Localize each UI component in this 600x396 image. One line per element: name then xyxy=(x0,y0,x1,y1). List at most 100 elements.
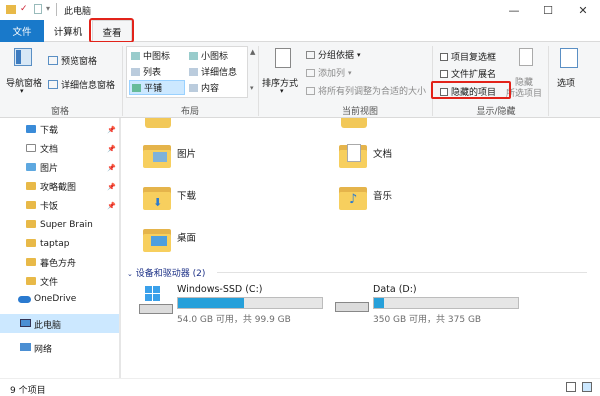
hide-selected-button[interactable]: 隐藏 所选项目 xyxy=(506,46,548,99)
ribbon-divider xyxy=(258,46,259,116)
highlight-box-view-tab xyxy=(89,18,134,43)
medium-icons-label: 中图标 xyxy=(143,52,171,62)
music-folder-icon: ♪ xyxy=(339,184,367,210)
nav-pane-button[interactable]: 导航窗格 ▾ xyxy=(4,46,42,100)
folder-icon[interactable] xyxy=(145,118,171,128)
nav-item[interactable]: taptap xyxy=(0,234,120,253)
options-button[interactable]: 选项 xyxy=(552,46,586,98)
folder-label: 图片 xyxy=(177,149,197,160)
details-pane-icon xyxy=(48,80,58,89)
close-button[interactable]: ✕ xyxy=(566,0,600,20)
ribbon-divider xyxy=(548,46,549,116)
item-count: 9 个项目 xyxy=(10,386,46,396)
group-by-button[interactable]: 分组依据 ▾ xyxy=(306,48,361,61)
layout-tiles[interactable]: 平铺 xyxy=(129,80,185,95)
tab-file[interactable]: 文件 xyxy=(0,20,44,42)
folder-label: 桌面 xyxy=(177,233,197,244)
folder-icon xyxy=(26,163,36,171)
layout-content[interactable]: 内容 xyxy=(189,81,219,94)
nav-item-label: 网络 xyxy=(34,345,53,355)
item-checkboxes-checkbox[interactable] xyxy=(440,52,448,61)
item-checkboxes-toggle[interactable]: 项目复选框 xyxy=(440,50,496,63)
layout-list[interactable]: 列表 xyxy=(131,65,161,78)
group-by-label: 分组依据 xyxy=(318,51,355,61)
pin-icon: 📌 xyxy=(107,125,116,134)
drive-tile[interactable]: Windows-SSD (C:) 54.0 GB 可用，共 99.9 GB xyxy=(137,284,327,325)
gallery-expand-icon[interactable]: ▾ xyxy=(250,84,254,92)
details-pane-button[interactable]: 详细信息窗格 xyxy=(48,78,115,91)
nav-item-network[interactable]: 网络 xyxy=(0,338,120,357)
nav-item-label: 下载 xyxy=(40,126,59,136)
nav-item-this-pc[interactable]: 此电脑 xyxy=(0,314,120,333)
options-label: 选项 xyxy=(557,79,576,89)
nav-item[interactable]: 文件 xyxy=(0,272,120,291)
folder-label: 下载 xyxy=(177,191,197,202)
chevron-down-icon: ▾ xyxy=(280,87,284,95)
folder-icon[interactable] xyxy=(341,118,367,128)
pin-icon: 📌 xyxy=(107,144,116,153)
navigation-pane: 下载 📌 文档 📌 图片 📌 攻略截图 📌 卡饭 📌 Super Brain taptap 暮色方舟 文件… xyxy=(0,118,120,378)
tab-computer[interactable]: 计算机 xyxy=(46,20,90,42)
quick-access-dropdown-icon[interactable]: ▾ xyxy=(46,4,50,13)
preview-pane-label: 预览窗格 xyxy=(61,57,98,67)
layout-medium-icons[interactable]: 中图标 xyxy=(131,49,170,62)
large-icons-view-icon[interactable] xyxy=(582,382,592,392)
status-bar: 9 个项目 xyxy=(0,378,600,396)
folder-tile-downloads[interactable]: ⬇ 下载 xyxy=(143,182,323,216)
preview-pane-button[interactable]: 预览窗格 xyxy=(48,54,97,67)
title-divider xyxy=(56,3,57,16)
nav-item[interactable]: 卡饭 📌 xyxy=(0,196,120,215)
nav-item[interactable]: Super Brain xyxy=(0,215,120,234)
file-extensions-toggle[interactable]: 文件扩展名 xyxy=(440,67,496,80)
minimize-button[interactable]: — xyxy=(497,0,531,20)
folder-tile-music[interactable]: ♪ 音乐 xyxy=(339,182,519,216)
add-column-button[interactable]: 添加列 ▾ xyxy=(306,66,352,79)
nav-item-label: 卡饭 xyxy=(40,202,59,212)
size-columns-button[interactable]: 将所有列调整为合适的大小 xyxy=(306,84,426,97)
folder-tile-documents[interactable]: 文档 xyxy=(339,140,519,174)
folder-icon xyxy=(6,5,16,14)
drive-usage-bar xyxy=(373,297,519,309)
nav-item[interactable]: 下载 📌 xyxy=(0,120,120,139)
nav-item-label: 文件 xyxy=(40,278,59,288)
group-by-icon xyxy=(306,50,315,59)
nav-item[interactable]: 图片 📌 xyxy=(0,158,120,177)
window-title: 此电脑 xyxy=(64,7,92,17)
layout-details[interactable]: 详细信息 xyxy=(189,65,237,78)
nav-item-label: 图片 xyxy=(40,164,59,174)
folder-icon xyxy=(26,144,36,152)
hide-selected-icon xyxy=(519,48,533,66)
add-column-label: 添加列 xyxy=(318,69,346,79)
group-label-current-view: 当前视图 xyxy=(341,107,378,117)
new-folder-icon[interactable] xyxy=(34,4,42,14)
layout-small-icons[interactable]: 小图标 xyxy=(189,49,228,62)
folder-icon xyxy=(26,277,36,285)
group-label-show-hide: 显示/隐藏 xyxy=(476,107,516,117)
sort-by-button[interactable]: 排序方式 ▾ xyxy=(262,46,304,98)
ribbon-divider xyxy=(122,46,123,116)
content-label: 内容 xyxy=(201,84,220,94)
downloads-folder-icon: ⬇ xyxy=(143,184,171,210)
chevron-down-icon: ⌄ xyxy=(127,270,133,278)
maximize-button[interactable]: ☐ xyxy=(531,0,565,20)
details-view-icon[interactable] xyxy=(566,382,576,392)
nav-item[interactable]: 文档 📌 xyxy=(0,139,120,158)
nav-item-label: 暮色方舟 xyxy=(40,259,77,269)
nav-item-label: 此电脑 xyxy=(34,321,62,331)
devices-section-header[interactable]: ⌄ 设备和驱动器 (2) xyxy=(127,266,205,279)
sort-icon xyxy=(275,48,291,68)
documents-folder-icon xyxy=(339,142,367,168)
file-extensions-checkbox[interactable] xyxy=(440,69,448,78)
nav-item[interactable]: 攻略截图 📌 xyxy=(0,177,120,196)
drive-tile[interactable]: Data (D:) 350 GB 可用，共 375 GB xyxy=(333,284,523,325)
nav-item[interactable]: 暮色方舟 xyxy=(0,253,120,272)
desktop-folder-icon xyxy=(143,226,171,252)
folder-tile-pictures[interactable]: 图片 xyxy=(143,140,323,174)
drive-usage-fill xyxy=(178,298,244,308)
nav-item-onedrive[interactable]: OneDrive xyxy=(0,290,120,309)
group-label-panes: 窗格 xyxy=(50,107,69,117)
gallery-scroll-up-icon[interactable]: ▲ xyxy=(250,48,255,56)
properties-icon[interactable]: ✓ xyxy=(20,4,28,14)
content-area: 图片 文档 ⬇ 下载 ♪ 音乐桌面 ⌄ 设备和驱动器 (2) Windows-SSD (C:)… xyxy=(121,118,600,378)
folder-tile-desktop[interactable]: 桌面 xyxy=(143,224,323,258)
